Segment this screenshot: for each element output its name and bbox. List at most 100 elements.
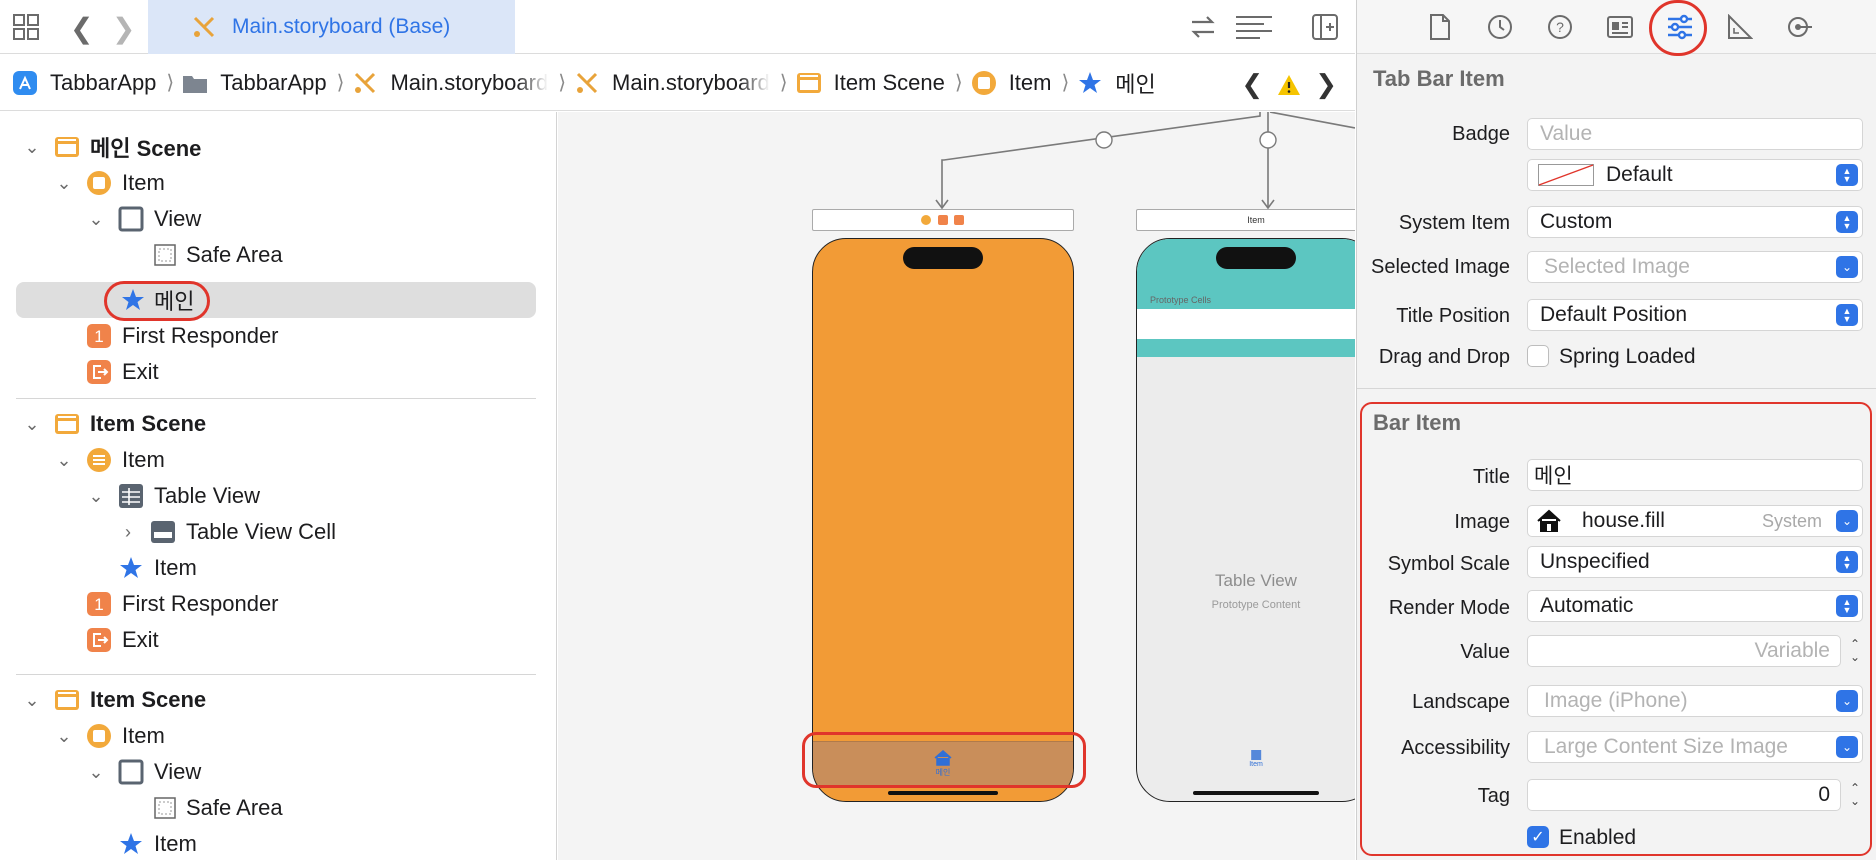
- add-editor-icon[interactable]: [1310, 12, 1340, 42]
- title-position-label: Title Position: [1396, 305, 1510, 327]
- table-view-subtitle: Prototype Content: [1211, 599, 1301, 611]
- badge-input[interactable]: Value: [1527, 118, 1863, 150]
- first-responder-icon: 1: [86, 591, 112, 617]
- inspector-tab-bar: ?: [1357, 0, 1876, 54]
- highlight-attributes-tab: [1649, 0, 1707, 56]
- exit-icon: [86, 359, 112, 385]
- svg-text:?: ?: [1556, 19, 1564, 35]
- file-icon[interactable]: [1425, 12, 1455, 42]
- section-tab-bar-item: Tab Bar Item: [1373, 66, 1505, 91]
- svg-text:1: 1: [94, 595, 103, 614]
- swap-arrows-icon[interactable]: [1188, 12, 1218, 42]
- exit-icon: [86, 627, 112, 653]
- app-store-icon: [12, 70, 38, 96]
- view-icon: [118, 759, 144, 785]
- back-arrow-icon[interactable]: ❮: [70, 12, 93, 45]
- outline-tab-item-main[interactable]: 메인: [16, 282, 536, 318]
- table-view-controller-icon: [86, 447, 112, 473]
- system-item-popup[interactable]: Custom ▲ ▼: [1527, 206, 1863, 238]
- next-issue-icon[interactable]: ❯: [1315, 69, 1337, 100]
- crumb-project[interactable]: TabbarApp ⟩: [12, 70, 174, 96]
- home-indicator: [888, 791, 998, 795]
- tab-main-storyboard[interactable]: Main.storyboard (Base): [148, 0, 515, 54]
- editor-options-icon[interactable]: [1234, 12, 1274, 42]
- help-icon[interactable]: ?: [1545, 12, 1575, 42]
- up-down-chevron-icon: ▲ ▼: [1836, 211, 1858, 233]
- chevron-down-icon[interactable]: ⌄: [54, 450, 74, 471]
- chevron-down-icon[interactable]: ⌄: [86, 486, 106, 507]
- editor-tab-bar: ❮ ❯ Main.storyboard (Base): [0, 0, 1355, 54]
- scene-divider: [16, 674, 536, 675]
- system-item-label: System Item: [1398, 212, 1510, 234]
- up-down-chevron-icon: ▲ ▼: [1836, 164, 1858, 186]
- highlight-circle: [104, 281, 210, 321]
- chevron-down-icon[interactable]: ⌄: [86, 209, 106, 230]
- scene-dock-icons: [921, 215, 964, 225]
- tab-placeholder-icon: [1251, 750, 1261, 760]
- storyboard-icon: [193, 16, 215, 38]
- up-down-chevron-icon: ▲ ▼: [1836, 304, 1858, 326]
- title-position-popup[interactable]: Default Position ▲ ▼: [1527, 299, 1863, 331]
- chevron-down-icon[interactable]: ⌄: [22, 414, 42, 435]
- chevron-down-icon: ⌄: [1836, 256, 1858, 278]
- color-swatch-default: [1538, 164, 1594, 186]
- highlight-bar-item-section: [1360, 402, 1872, 856]
- main-scene-phone[interactable]: 메인: [812, 238, 1074, 802]
- table-view-icon: [118, 483, 144, 509]
- drag-drop-label: Drag and Drop: [1378, 346, 1510, 368]
- spring-loaded-checkbox[interactable]: [1527, 345, 1549, 367]
- chevron-down-icon[interactable]: ⌄: [22, 690, 42, 711]
- chevron-down-icon[interactable]: ⌄: [54, 173, 74, 194]
- table-view-title: Table View: [1215, 571, 1297, 590]
- identity-icon[interactable]: [1605, 12, 1635, 42]
- jump-bar: TabbarApp ⟩ TabbarApp ⟩ Main.storyboard ⟩ M…: [0, 55, 1355, 111]
- storyboard-canvas[interactable]: 메인 Item Prototype Cells Table View Proto…: [558, 112, 1355, 860]
- scene-dock-main[interactable]: [812, 209, 1074, 231]
- grid-icon[interactable]: [12, 13, 40, 41]
- star-icon: [118, 831, 144, 857]
- item-tab-bar-item[interactable]: Item: [1249, 749, 1263, 768]
- selected-image-label: Selected Image: [1371, 256, 1510, 278]
- chevron-down-icon[interactable]: ⌄: [86, 762, 106, 783]
- chevron-down-icon[interactable]: ⌄: [22, 137, 42, 158]
- item-scene-phone[interactable]: Prototype Cells Table View Prototype Con…: [1136, 238, 1355, 802]
- size-ruler-icon[interactable]: [1725, 12, 1755, 42]
- previous-issue-icon[interactable]: ❮: [1241, 69, 1263, 100]
- chevron-down-icon[interactable]: ⌄: [54, 726, 74, 747]
- scene-icon: [54, 687, 80, 713]
- connections-icon[interactable]: [1785, 12, 1815, 42]
- view-icon: [118, 206, 144, 232]
- view-controller-icon: [971, 70, 997, 96]
- crumb-folder[interactable]: TabbarApp ⟩: [182, 70, 344, 96]
- star-icon: [1077, 70, 1103, 96]
- scene-divider: [16, 398, 536, 399]
- crumb-tab-item[interactable]: 메인: [1077, 67, 1156, 99]
- prototype-cells-label: Prototype Cells: [1150, 295, 1212, 305]
- selected-image-combo[interactable]: Selected Image ⌄: [1527, 251, 1863, 283]
- spring-loaded-label: Spring Loaded: [1559, 345, 1696, 368]
- star-icon: [118, 555, 144, 581]
- first-responder-icon: 1: [86, 323, 112, 349]
- scene-dock-item[interactable]: Item: [1136, 209, 1355, 231]
- history-icon[interactable]: [1485, 12, 1515, 42]
- prototype-cell[interactable]: [1137, 309, 1355, 339]
- forward-arrow-icon[interactable]: ❯: [112, 12, 135, 45]
- cell-separator-band: [1137, 339, 1355, 357]
- crumb-item[interactable]: Item ⟩: [971, 70, 1069, 96]
- home-indicator: [1193, 791, 1319, 795]
- table-cell-icon: [150, 519, 176, 545]
- svg-text:1: 1: [94, 327, 103, 346]
- folder-icon: [182, 70, 208, 96]
- warning-icon[interactable]: [1277, 74, 1301, 96]
- crumb-storyboard[interactable]: Main.storyboard ⟩: [352, 70, 566, 96]
- crumb-storyboard-base[interactable]: Main.storyboard ⟩: [574, 70, 788, 96]
- highlight-tab-bar: [802, 732, 1086, 788]
- section-divider: [1357, 388, 1876, 389]
- scene-icon: [54, 134, 80, 160]
- badge-label: Badge: [1452, 123, 1510, 145]
- segue-connections: [935, 112, 1355, 210]
- chevron-right-icon[interactable]: ›: [118, 522, 138, 543]
- badge-color-popup[interactable]: Default ▲ ▼: [1527, 159, 1863, 191]
- crumb-scene[interactable]: Item Scene ⟩: [796, 70, 963, 96]
- document-outline: ⌄ 메인 Scene ⌄ Item ⌄ View Safe Area 메인 1 …: [0, 112, 557, 860]
